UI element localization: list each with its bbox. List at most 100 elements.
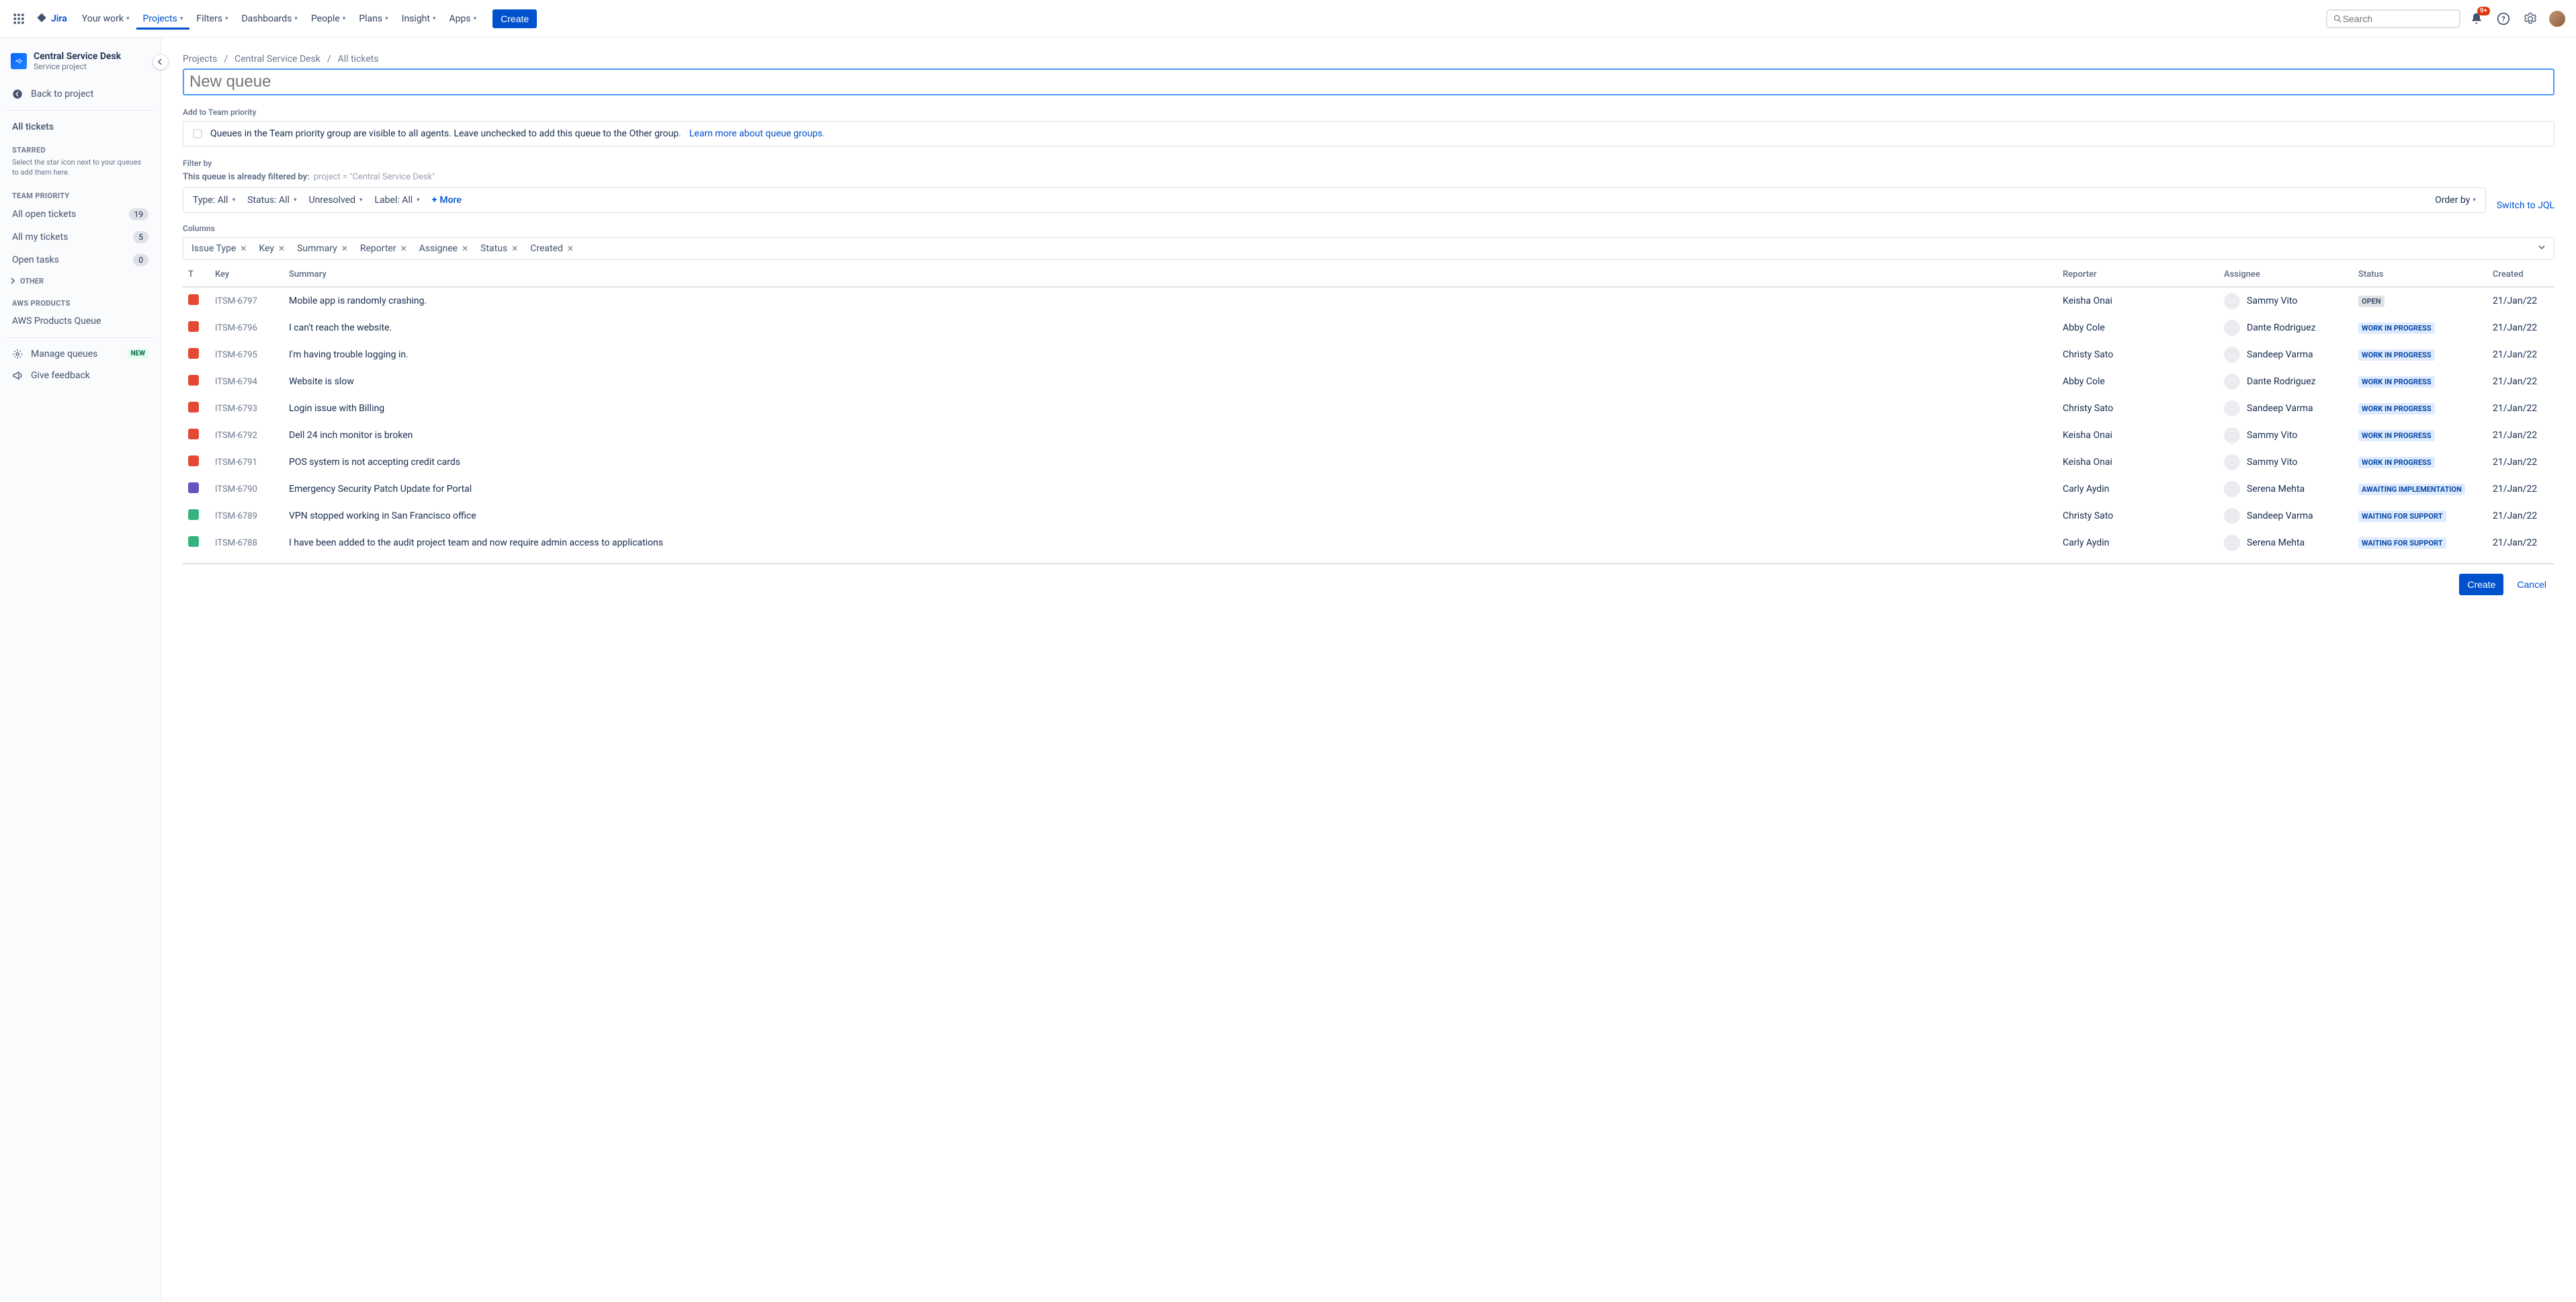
remove-column-icon[interactable]: ✕: [278, 244, 285, 253]
col-header-status[interactable]: Status: [2353, 263, 2487, 287]
filter-status[interactable]: Status: All▾: [247, 195, 296, 206]
column-chip[interactable]: Issue Type✕: [191, 243, 247, 254]
table-row[interactable]: ITSM-6789 VPN stopped working in San Fran…: [183, 503, 2554, 529]
table-row[interactable]: ITSM-6796 I can't reach the website.Abby …: [183, 314, 2554, 341]
col-header-assignee[interactable]: Assignee: [2219, 263, 2353, 287]
filter-unresolved[interactable]: Unresolved▾: [308, 195, 362, 206]
aws-queue-item[interactable]: AWS Products Queue: [5, 310, 155, 332]
order-by-dropdown[interactable]: Order by▾: [2435, 195, 2476, 206]
remove-column-icon[interactable]: ✕: [567, 244, 574, 253]
footer-cancel-button[interactable]: Cancel: [2509, 574, 2554, 595]
remove-column-icon[interactable]: ✕: [511, 244, 518, 253]
table-row[interactable]: ITSM-6791 POS system is not accepting cre…: [183, 449, 2554, 476]
status-badge: OPEN: [2358, 296, 2385, 307]
team-priority-checkbox[interactable]: [193, 129, 202, 138]
nav-item-plans[interactable]: Plans▾: [352, 8, 394, 30]
filter-label[interactable]: Label: All▾: [375, 195, 420, 206]
issue-type-icon: [188, 348, 199, 359]
issue-summary[interactable]: I'm having trouble logging in.: [284, 341, 2057, 368]
search-input[interactable]: [2343, 13, 2454, 24]
switch-to-jql-link[interactable]: Switch to JQL: [2497, 200, 2554, 211]
issue-summary[interactable]: Emergency Security Patch Update for Port…: [284, 476, 2057, 503]
nav-item-people[interactable]: People▾: [304, 8, 352, 30]
nav-item-apps[interactable]: Apps▾: [443, 8, 484, 30]
remove-column-icon[interactable]: ✕: [341, 244, 348, 253]
give-feedback-link[interactable]: Give feedback: [5, 365, 155, 386]
column-chip[interactable]: Assignee✕: [419, 243, 469, 254]
issue-assignee: Serena Mehta: [2247, 484, 2305, 494]
create-button[interactable]: Create: [492, 9, 537, 28]
issue-key[interactable]: ITSM-6795: [215, 350, 257, 360]
issue-reporter: Abby Cole: [2057, 314, 2219, 341]
jira-logo[interactable]: Jira: [35, 12, 67, 26]
remove-column-icon[interactable]: ✕: [400, 244, 407, 253]
breadcrumb-item[interactable]: All tickets: [338, 54, 379, 64]
issue-summary[interactable]: Dell 24 inch monitor is broken: [284, 422, 2057, 449]
column-chip[interactable]: Summary✕: [297, 243, 348, 254]
issue-summary[interactable]: POS system is not accepting credit cards: [284, 449, 2057, 476]
queue-item[interactable]: All open tickets19: [5, 203, 155, 226]
help-icon[interactable]: ?: [2493, 8, 2514, 30]
column-chip[interactable]: Created✕: [530, 243, 574, 254]
queue-item[interactable]: Open tasks0: [5, 249, 155, 271]
table-row[interactable]: ITSM-6795I'm having trouble logging in.C…: [183, 341, 2554, 368]
table-row[interactable]: ITSM-6790 Emergency Security Patch Update…: [183, 476, 2554, 503]
nav-item-insight[interactable]: Insight▾: [395, 8, 443, 30]
remove-column-icon[interactable]: ✕: [240, 244, 247, 253]
issue-key[interactable]: ITSM-6792: [215, 431, 257, 441]
col-header-type[interactable]: T: [183, 263, 210, 287]
back-to-project-link[interactable]: Back to project: [5, 83, 155, 105]
other-section-toggle[interactable]: OTHER: [5, 271, 155, 291]
col-header-reporter[interactable]: Reporter: [2057, 263, 2219, 287]
issue-summary[interactable]: VPN stopped working in San Francisco off…: [284, 503, 2057, 529]
filter-type[interactable]: Type: All▾: [193, 195, 235, 206]
issue-summary[interactable]: Website is slow: [284, 368, 2057, 395]
nav-item-your-work[interactable]: Your work▾: [75, 8, 136, 30]
issue-key[interactable]: ITSM-6797: [215, 296, 257, 306]
nav-item-projects[interactable]: Projects▾: [136, 8, 190, 30]
col-header-created[interactable]: Created: [2487, 263, 2554, 287]
learn-more-link[interactable]: Learn more about queue groups.: [689, 128, 825, 139]
table-row[interactable]: ITSM-6788 I have been added to the audit …: [183, 529, 2554, 556]
notifications-icon[interactable]: 9+: [2466, 8, 2487, 30]
settings-icon[interactable]: [2520, 8, 2541, 30]
table-row[interactable]: ITSM-6794Website is slowAbby ColeDante R…: [183, 368, 2554, 395]
remove-column-icon[interactable]: ✕: [462, 244, 468, 253]
filter-more[interactable]: +More: [432, 195, 462, 206]
collapse-sidebar-button[interactable]: [153, 54, 169, 70]
issue-key[interactable]: ITSM-6788: [215, 538, 257, 548]
all-tickets-link[interactable]: All tickets: [5, 116, 155, 138]
issue-key[interactable]: ITSM-6789: [215, 511, 257, 521]
table-row[interactable]: ITSM-6797 Mobile app is randomly crashing…: [183, 287, 2554, 314]
app-switcher-icon[interactable]: [8, 8, 30, 30]
profile-avatar[interactable]: [2546, 8, 2568, 30]
table-row[interactable]: ITSM-6792Dell 24 inch monitor is brokenK…: [183, 422, 2554, 449]
table-row[interactable]: ITSM-6793Login issue with BillingChristy…: [183, 395, 2554, 422]
footer-create-button[interactable]: Create: [2459, 574, 2503, 595]
columns-expand-icon[interactable]: [2538, 243, 2546, 254]
nav-item-dashboards[interactable]: Dashboards▾: [234, 8, 304, 30]
search-box[interactable]: [2326, 9, 2460, 28]
issue-summary[interactable]: I can't reach the website.: [284, 314, 2057, 341]
issue-key[interactable]: ITSM-6791: [215, 458, 257, 468]
issue-summary[interactable]: Login issue with Billing: [284, 395, 2057, 422]
breadcrumb-item[interactable]: Projects: [183, 54, 217, 64]
issue-summary[interactable]: I have been added to the audit project t…: [284, 529, 2057, 556]
issue-summary[interactable]: Mobile app is randomly crashing.: [284, 287, 2057, 314]
col-header-key[interactable]: Key: [210, 263, 284, 287]
column-chip[interactable]: Status✕: [480, 243, 518, 254]
column-chip[interactable]: Key✕: [259, 243, 285, 254]
chevron-left-icon: [157, 58, 164, 65]
queue-name-input[interactable]: [183, 69, 2554, 95]
issue-key[interactable]: ITSM-6790: [215, 484, 257, 494]
column-chip[interactable]: Reporter✕: [360, 243, 407, 254]
queue-item[interactable]: All my tickets5: [5, 226, 155, 249]
col-header-summary[interactable]: Summary: [284, 263, 2057, 287]
manage-queues-link[interactable]: Manage queues NEW: [5, 343, 155, 365]
issue-key[interactable]: ITSM-6793: [215, 404, 257, 414]
issue-key[interactable]: ITSM-6796: [215, 323, 257, 333]
team-priority-label: TEAM PRIORITY: [5, 183, 155, 203]
nav-item-filters[interactable]: Filters▾: [189, 8, 234, 30]
issue-key[interactable]: ITSM-6794: [215, 377, 257, 387]
breadcrumb-item[interactable]: Central Service Desk: [234, 54, 320, 64]
